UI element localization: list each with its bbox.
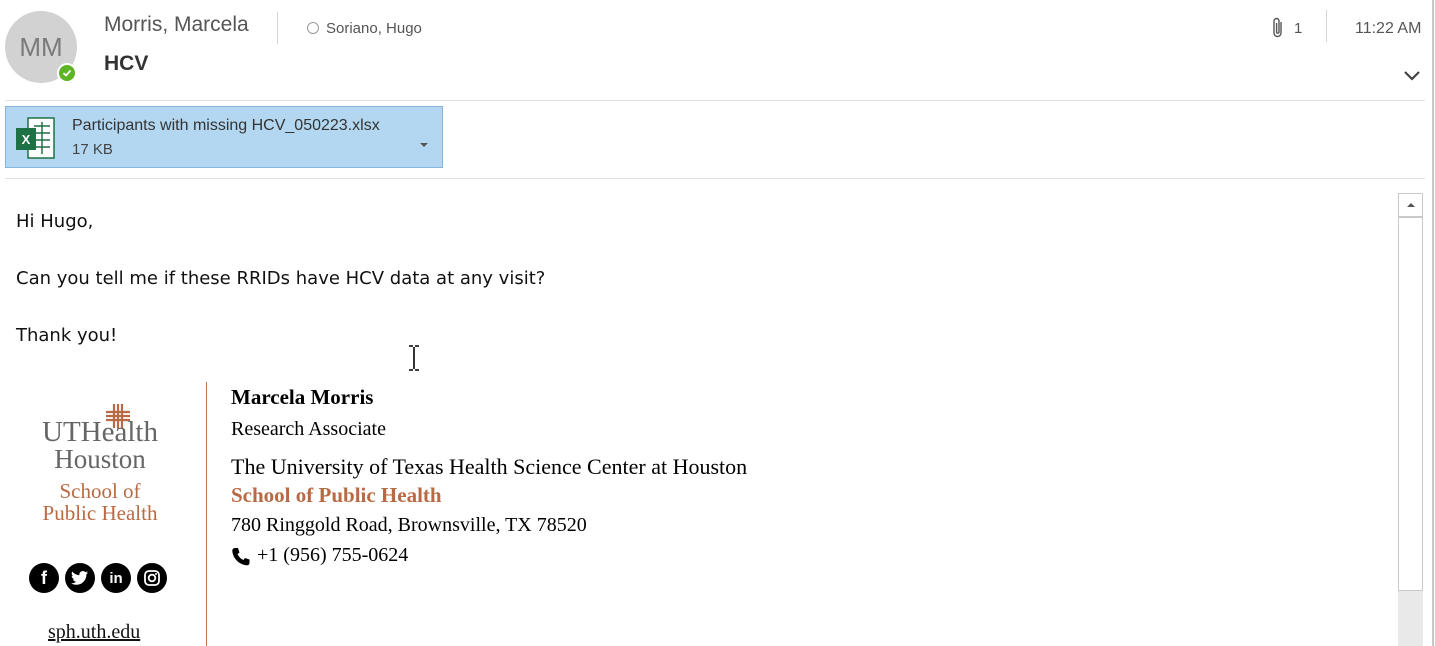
svg-text:X: X bbox=[22, 132, 31, 147]
logo-line-public-health: Public Health bbox=[42, 501, 158, 525]
message-body: Can you tell me if these RRIDs have HCV … bbox=[16, 268, 546, 289]
header-divider-right bbox=[1326, 10, 1327, 42]
linkedin-icon[interactable]: in bbox=[101, 563, 131, 593]
text-cursor-icon bbox=[407, 344, 421, 376]
signature-phone[interactable]: +1 (956) 755-0624 bbox=[257, 544, 408, 567]
signature-organization: The University of Texas Health Science C… bbox=[231, 454, 748, 479]
received-time: 11:22 AM bbox=[1355, 20, 1422, 37]
website-link[interactable]: sph.uth.edu bbox=[48, 621, 140, 644]
logo-line-houston: Houston bbox=[54, 444, 146, 474]
logo-line-uthealth: UTHealth bbox=[42, 416, 158, 448]
attachment-dropdown-icon[interactable] bbox=[419, 133, 429, 152]
attachment-count: 1 bbox=[1294, 20, 1303, 37]
signature-name: Marcela Morris bbox=[231, 385, 374, 409]
window-border bbox=[1432, 0, 1434, 646]
attachment-size: 17 KB bbox=[72, 141, 113, 158]
chevron-down-icon[interactable] bbox=[1403, 67, 1421, 86]
logo-line-school: School of bbox=[59, 479, 141, 503]
phone-icon bbox=[231, 547, 251, 571]
facebook-icon[interactable]: f bbox=[29, 563, 59, 593]
signature-divider bbox=[206, 382, 207, 646]
message-subject: HCV bbox=[104, 52, 149, 75]
signature-address: 780 Ringgold Road, Brownsville, TX 78520 bbox=[231, 514, 587, 536]
message-closing: Thank you! bbox=[16, 325, 118, 346]
excel-file-icon: X bbox=[16, 116, 56, 164]
message-greeting: Hi Hugo, bbox=[16, 211, 94, 232]
signature-title: Research Associate bbox=[231, 418, 386, 440]
presence-available-icon bbox=[57, 63, 77, 83]
recipient-presence-icon bbox=[307, 22, 319, 34]
attachment-separator bbox=[5, 178, 1425, 179]
header-divider bbox=[277, 12, 278, 44]
uthealth-logo: UTHealth Houston School of Public Health bbox=[35, 412, 165, 525]
instagram-icon[interactable] bbox=[137, 563, 167, 593]
signature-school: School of Public Health bbox=[231, 483, 442, 507]
scroll-up-arrow-icon[interactable] bbox=[1398, 193, 1423, 217]
attachment-filename: Participants with missing HCV_050223.xls… bbox=[72, 117, 380, 134]
header-separator bbox=[5, 100, 1425, 101]
recipient-name[interactable]: Soriano, Hugo bbox=[326, 20, 422, 37]
sender-name[interactable]: Morris, Marcela bbox=[104, 13, 249, 37]
attachment-item[interactable]: X Participants with missing HCV_050223.x… bbox=[5, 106, 443, 168]
twitter-icon[interactable] bbox=[65, 563, 95, 593]
paperclip-icon bbox=[1270, 16, 1286, 44]
scrollbar-thumb[interactable] bbox=[1398, 217, 1423, 591]
